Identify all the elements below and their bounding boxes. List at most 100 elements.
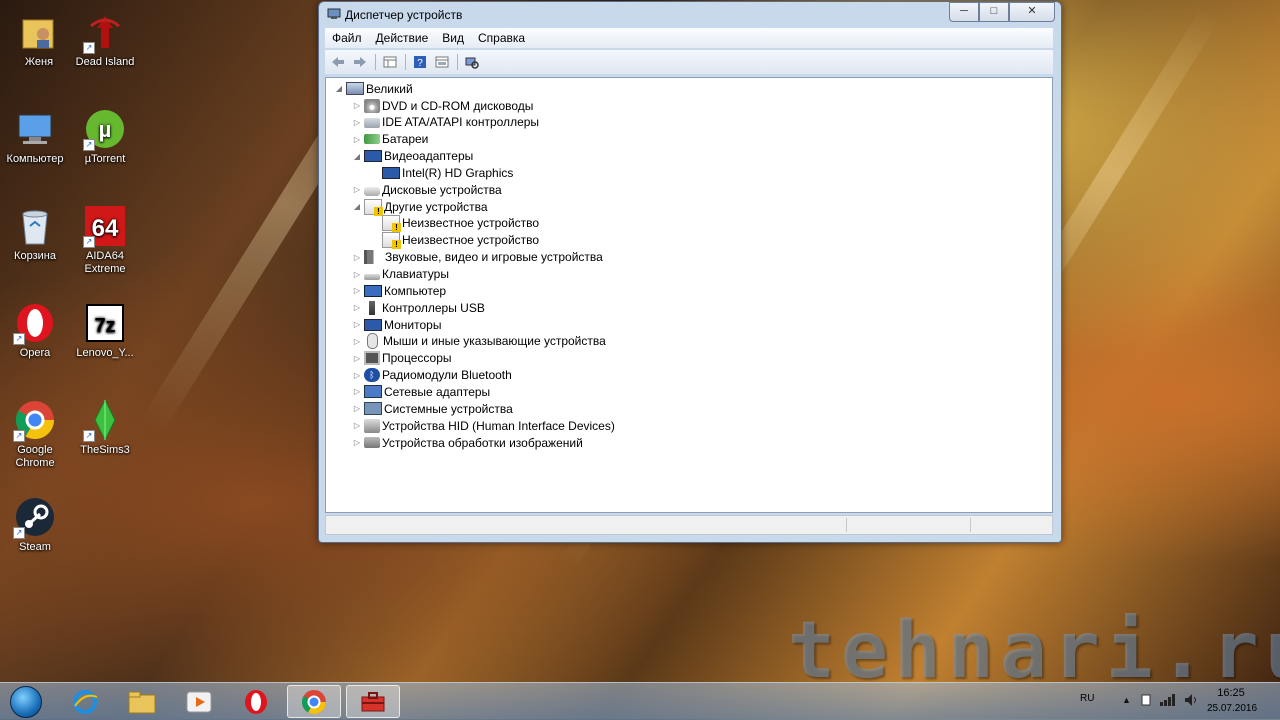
7zip-archive-icon: 7z [83,301,127,345]
desktop-icon[interactable]: Компьютер [0,107,70,166]
forward-icon[interactable] [351,54,369,70]
tree-category[interactable]: ▷ Дисковые устройства [352,181,502,198]
tree-category[interactable]: ▷ Мониторы [352,316,442,333]
tree-category[interactable]: ▷ ᛒ Радиомодули Bluetooth [352,367,512,384]
collapse-arrow-icon[interactable]: ◢ [352,202,362,211]
expand-arrow-icon[interactable]: ▷ [352,101,362,110]
tree-category[interactable]: ▷ Устройства обработки изображений [352,434,583,451]
properties-icon[interactable] [433,54,451,70]
desktop-icon[interactable]: ↗ Steam [0,495,70,554]
tree-category[interactable]: ◢ Другие устройства [352,198,488,216]
tree-category[interactable]: ▷ DVD и CD-ROM дисководы [352,97,533,114]
close-button[interactable]: ✕ [1009,2,1055,22]
expand-arrow-icon[interactable]: ▷ [352,371,362,380]
desktop-icon-label: Lenovo_Y... [76,347,134,359]
tree-item-label: Сетевые адаптеры [384,384,491,399]
desktop-icon[interactable]: ↗ Dead Island [70,10,140,69]
tree-category[interactable]: ◢ Видеоадаптеры [352,148,473,165]
expand-arrow-icon[interactable]: ▷ [352,118,362,127]
network-icon[interactable] [1160,694,1176,709]
tree-category[interactable]: ▷ Сетевые адаптеры [352,383,490,400]
collapse-arrow-icon[interactable]: ◢ [352,152,362,161]
desktop-icon[interactable]: 64 ↗ AIDA64 Extreme [70,204,140,276]
show-hide-tree-icon[interactable] [381,54,399,70]
device-manager-window[interactable]: Диспетчер устройств ─ □ ✕ Файл Действие Ви… [318,1,1062,543]
tree-category[interactable]: ▷ Контроллеры USB [352,299,485,316]
desktop-icon-label: µTorrent [84,153,126,165]
desktop-icon-label: Женя [24,56,54,68]
media-player-icon[interactable] [172,685,226,718]
tray-expand-icon[interactable]: ▲ [1122,695,1131,705]
tree-category[interactable]: ▷ Звуковые, видео и игровые устройства [352,249,603,266]
expand-arrow-icon[interactable]: ▷ [352,421,362,430]
desktop-icon[interactable]: 7z Lenovo_Y... [70,301,140,360]
menu-item[interactable]: Справка [471,31,532,45]
maximize-button[interactable]: □ [979,2,1009,22]
tree-item-label: Мыши и иные указывающие устройства [383,334,606,349]
tree-device[interactable]: Неизвестное устройство [370,232,539,250]
usb-device-icon [369,300,375,315]
desktop-icon[interactable]: Корзина [0,204,70,263]
tree-category[interactable]: ▷ Клавиатуры [352,266,449,283]
volume-icon[interactable] [1184,693,1198,710]
clock-date[interactable]: 25.07.2016 [1202,703,1262,714]
dvd-device-icon [364,98,380,113]
menu-item[interactable]: Действие [369,31,436,45]
toolbar-separator [375,54,376,70]
start-button[interactable] [4,683,48,720]
tree-category[interactable]: ▷ Батареи [352,131,428,148]
expand-arrow-icon[interactable]: ▷ [352,135,362,144]
desktop-icon[interactable]: ↗ Opera [0,301,70,360]
expand-arrow-icon[interactable]: ▷ [352,303,362,312]
tree-item-label: Контроллеры USB [382,300,485,315]
help-icon[interactable]: ? [411,54,429,70]
action-center-icon[interactable] [1140,693,1152,710]
tree-category[interactable]: ▷ IDE ATA/ATAPI контроллеры [352,114,539,131]
expand-arrow-icon[interactable]: ▷ [352,354,362,363]
expand-arrow-icon[interactable]: ▷ [352,404,362,413]
title-bar[interactable]: Диспетчер устройств ─ □ ✕ [319,2,1061,26]
back-icon[interactable] [329,54,347,70]
desktop-icon[interactable]: Женя [4,10,74,69]
tree-item-label: DVD и CD-ROM дисководы [382,98,534,113]
collapse-arrow-icon[interactable]: ◢ [334,84,344,93]
desktop-icon[interactable]: ↗ TheSims3 [70,398,140,457]
tree-device[interactable]: Неизвестное устройство [370,215,539,233]
tree-category[interactable]: ▷ Процессоры [352,350,452,367]
clock-time[interactable]: 16:25 [1212,687,1250,699]
expand-arrow-icon[interactable]: ▷ [352,253,362,262]
expand-arrow-icon[interactable]: ▷ [352,337,362,346]
minimize-button[interactable]: ─ [949,2,979,22]
sys-device-icon [364,402,382,416]
scan-hardware-icon[interactable] [463,54,481,70]
explorer-folder-icon[interactable] [115,685,169,718]
device-tree[interactable]: ◢ Великий ▷ DVD и CD-ROM дисководы ▷ IDE ATA/… [325,77,1053,513]
tree-device[interactable]: Intel(R) HD Graphics [370,164,513,181]
internet-explorer-icon[interactable] [58,685,112,718]
tree-category[interactable]: ▷ Системные устройства [352,400,513,417]
tree-category[interactable]: ▷ Мыши и иные указывающие устройства [352,333,606,350]
menu-item[interactable]: Файл [325,31,369,45]
expand-arrow-icon[interactable]: ▷ [352,438,362,447]
chrome-taskbar-icon[interactable] [287,685,341,718]
desktop-icon-label: Steam [19,541,51,553]
expand-arrow-icon[interactable]: ▷ [352,270,362,279]
tree-category[interactable]: ▷ Компьютер [352,282,446,299]
tree-item-label: Батареи [382,132,429,147]
tree-item-label: Устройства HID (Human Interface Devices) [382,418,615,433]
expand-arrow-icon[interactable]: ▷ [352,185,362,194]
language-indicator[interactable]: RU [1080,693,1094,704]
expand-arrow-icon[interactable]: ▷ [352,320,362,329]
desktop-icon-label: AIDA64 Extreme [84,250,126,275]
device-manager-taskbar-icon[interactable] [346,685,400,718]
device-manager-icon [327,8,341,20]
opera-taskbar-icon[interactable] [229,685,283,718]
disk-device-icon [364,186,380,196]
desktop-icon[interactable]: ↗ Google Chrome [0,398,70,470]
tree-category[interactable]: ▷ Устройства HID (Human Interface Devices… [352,417,615,434]
expand-arrow-icon[interactable]: ▷ [352,387,362,396]
tree-root[interactable]: ◢ Великий [334,80,413,97]
menu-item[interactable]: Вид [435,31,471,45]
desktop-icon[interactable]: µ ↗ µTorrent [70,107,140,166]
expand-arrow-icon[interactable]: ▷ [352,286,362,295]
